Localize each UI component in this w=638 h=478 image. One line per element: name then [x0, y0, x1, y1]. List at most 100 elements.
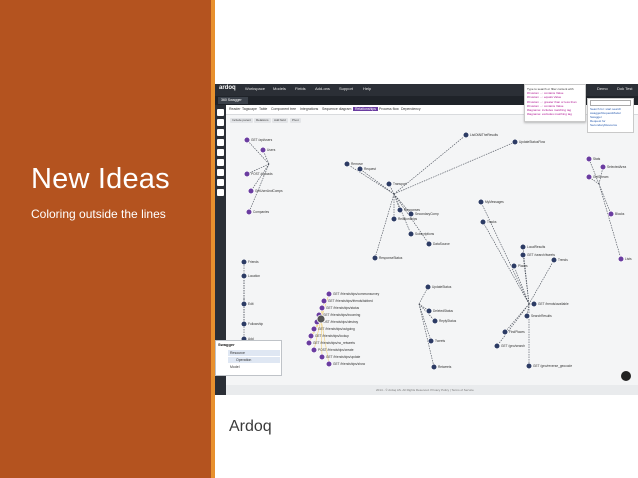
- graph-node-label: Friends: [248, 260, 259, 264]
- graph-node[interactable]: [523, 312, 531, 320]
- graph-node[interactable]: [511, 138, 519, 146]
- graph-node[interactable]: [390, 215, 398, 223]
- graph-node[interactable]: [550, 256, 558, 264]
- graph-node-label: GET /trends/available: [538, 302, 569, 306]
- graph-node[interactable]: [477, 198, 485, 206]
- graph-edge: [598, 183, 612, 215]
- graph-node[interactable]: [310, 325, 318, 333]
- graph-node[interactable]: [530, 300, 538, 308]
- search-input[interactable]: [590, 100, 631, 106]
- graph-node[interactable]: [599, 163, 607, 171]
- graph-edge: [246, 139, 270, 165]
- graph-node[interactable]: [240, 300, 248, 308]
- graph-node[interactable]: [371, 254, 379, 262]
- graph-edge: [248, 163, 270, 213]
- graph-node[interactable]: [431, 317, 439, 325]
- graph-node[interactable]: [356, 165, 364, 173]
- search-dropdown[interactable]: Search for: start search swaggerRequestM…: [587, 98, 634, 133]
- graph-node[interactable]: [425, 240, 433, 248]
- graph-node-label: SelectedArea: [607, 165, 626, 169]
- graph-node[interactable]: [427, 337, 435, 345]
- graph-node[interactable]: [325, 290, 333, 298]
- graph-node[interactable]: [493, 342, 501, 350]
- graph-node-label: Remove: [351, 162, 363, 166]
- graph-node[interactable]: [247, 187, 255, 195]
- graph-node-label: GET /friendships/status: [326, 306, 359, 310]
- graph-node[interactable]: [519, 243, 527, 251]
- graph-node-label: MyMessages: [485, 200, 504, 204]
- graph-node[interactable]: [425, 307, 433, 315]
- fab-menu-icon[interactable]: [621, 371, 631, 381]
- graph-node[interactable]: [318, 304, 326, 312]
- graph-node[interactable]: [424, 283, 432, 291]
- graph-node[interactable]: [305, 339, 313, 347]
- graph-node-label: GET /friendships/no_retweets: [313, 341, 355, 345]
- graph-node[interactable]: [462, 131, 470, 139]
- graph-edge: [250, 163, 270, 192]
- graph-node[interactable]: [430, 363, 438, 371]
- slide-subtitle: Coloring outside the lines: [31, 207, 166, 221]
- graph-node[interactable]: [240, 258, 248, 266]
- graph-node[interactable]: [259, 146, 267, 154]
- title-panel: New Ideas Coloring outside the lines: [0, 0, 211, 478]
- graph-node[interactable]: [343, 160, 351, 168]
- graph-node-label: Lists: [625, 257, 632, 261]
- swagger-row-model[interactable]: Model: [230, 365, 240, 369]
- graph-node[interactable]: [318, 353, 326, 361]
- graph-node-label: GET /friendships/incoming: [323, 313, 361, 317]
- graph-node-label: GET /friendships/update: [326, 355, 361, 359]
- graph-edge: [374, 193, 395, 259]
- ardoq-screenshot: ardoq Workspace Models Fields Add-ons Su…: [215, 84, 638, 395]
- graph-node[interactable]: [307, 332, 315, 340]
- swagger-title: Swagger: [218, 342, 235, 347]
- screenshot-caption: Ardoq: [229, 418, 272, 435]
- graph-node-label: Transport: [393, 182, 407, 186]
- graph-node[interactable]: [607, 210, 615, 218]
- graph-node[interactable]: [585, 155, 593, 163]
- graph-node[interactable]: [501, 328, 509, 336]
- graph-edge: [528, 259, 555, 305]
- graph-node[interactable]: [396, 206, 404, 214]
- graph-node-label: GetUserAndComps: [255, 189, 283, 193]
- graph-hub-node[interactable]: [316, 314, 326, 324]
- graph-node-label: Retweets: [438, 365, 452, 369]
- graph-node[interactable]: [243, 136, 251, 144]
- graph-node[interactable]: [525, 362, 533, 370]
- graph-node-label: SecondaryComp: [415, 212, 439, 216]
- graph-node-label: Edit: [248, 302, 254, 306]
- graph-node-label: Location: [248, 274, 260, 278]
- graph-node[interactable]: [325, 360, 333, 368]
- search-result[interactable]: SecondaryResource: [590, 123, 631, 127]
- graph-node-label: Relationships: [398, 217, 418, 221]
- graph-node[interactable]: [407, 210, 415, 218]
- graph-node-label: GET /friendships/outgoing: [318, 327, 355, 331]
- graph-node-label: GET /search/tweets: [527, 253, 555, 257]
- graph-node-label: GET /geo/search: [501, 344, 525, 348]
- graph-node[interactable]: [240, 320, 248, 328]
- graph-node-label: GetStream: [593, 175, 609, 179]
- graph-node-label: GET /geo/reverse_geocode: [533, 364, 572, 368]
- graph-node[interactable]: [407, 230, 415, 238]
- graph-node[interactable]: [243, 170, 251, 178]
- graph-node[interactable]: [617, 255, 625, 263]
- graph-node[interactable]: [240, 272, 248, 280]
- graph-node-label: GET /friendships/show: [333, 362, 366, 366]
- graph-node[interactable]: [479, 218, 487, 226]
- graph-node-label: POST /friendships/destroy: [321, 320, 359, 324]
- graph-node-label: Subscriptions: [415, 232, 435, 236]
- tooltip-line: #tagname: excludes matching tag: [527, 112, 572, 117]
- graph-node[interactable]: [385, 180, 393, 188]
- graph-node[interactable]: [310, 346, 318, 354]
- graph-node[interactable]: [245, 208, 253, 216]
- graph-node[interactable]: [510, 262, 518, 270]
- graph-node-label: DataSource: [433, 242, 450, 246]
- graph-node[interactable]: [519, 251, 527, 259]
- graph-node[interactable]: [585, 173, 593, 181]
- graph-node-label: GET /friendships/friends/tabbed: [328, 299, 373, 303]
- swagger-row-operation[interactable]: Operation: [236, 358, 251, 362]
- graph-edge: [482, 221, 530, 305]
- graph-node[interactable]: [320, 297, 328, 305]
- swagger-row-resource[interactable]: Resource: [230, 351, 245, 355]
- graph-node-label: POST /uploads: [251, 172, 273, 176]
- graph-node-label: POST /friendships/create: [318, 348, 354, 352]
